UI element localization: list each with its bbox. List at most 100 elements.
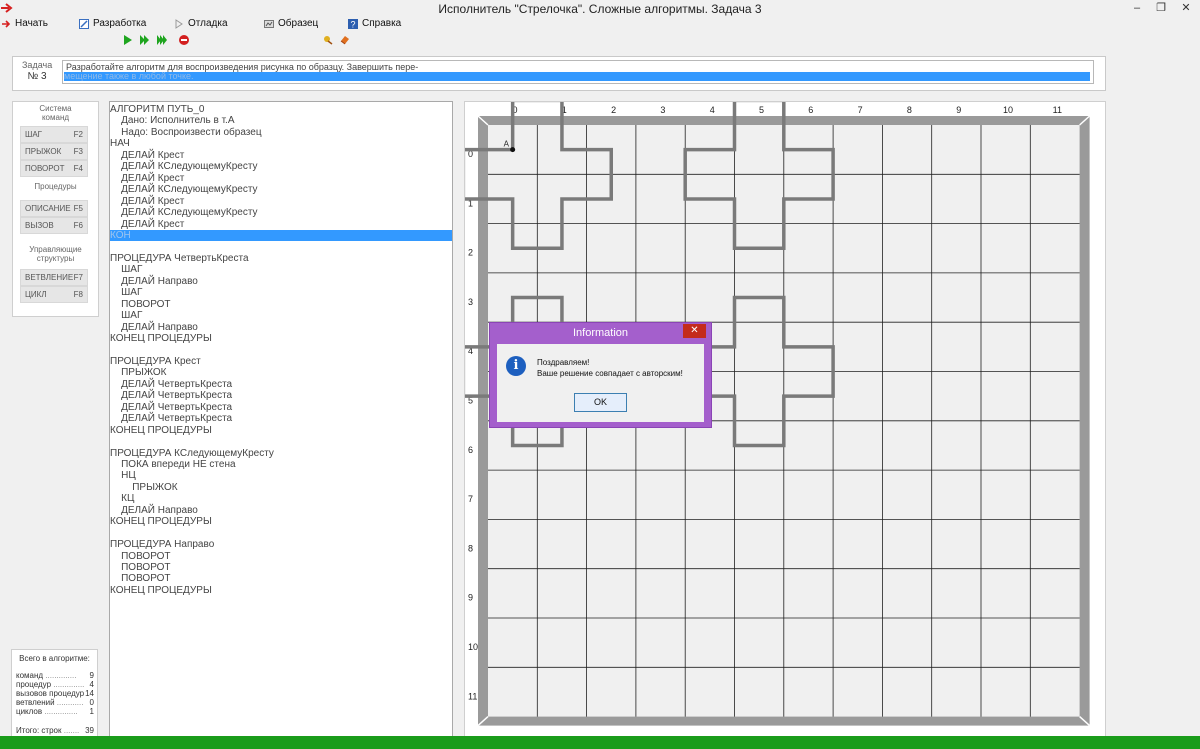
step-run-icon[interactable]: [140, 35, 150, 45]
column-label: 5: [759, 105, 764, 115]
code-line[interactable]: ПОВОРОТ: [110, 562, 452, 574]
svg-text:?: ?: [350, 20, 355, 30]
code-line[interactable]: ДЕЛАЙ ЧетвертьКреста: [110, 379, 452, 391]
hint-icon[interactable]: [323, 35, 333, 45]
code-line[interactable]: ПОВОРОТ: [110, 299, 452, 311]
task-line-2: мещение также в любой точке.: [64, 72, 1090, 81]
code-line[interactable]: ДЕЛАЙ КСледующемуКресту: [110, 184, 452, 196]
close-button[interactable]: ✕: [1173, 0, 1199, 16]
code-line[interactable]: ДЕЛАЙ КСледующемуКресту: [110, 207, 452, 219]
row-label: 6: [468, 445, 473, 455]
code-line[interactable]: ДЕЛАЙ Направо: [110, 276, 452, 288]
code-line[interactable]: ДЕЛАЙ Крест: [110, 196, 452, 208]
stats-total: Итого: строк ....... 39: [16, 726, 94, 735]
stop-icon[interactable]: [179, 35, 189, 45]
code-line[interactable]: ПОВОРОТ: [110, 573, 452, 585]
code-line[interactable]: ДЕЛАЙ Крест: [110, 173, 452, 185]
code-line[interactable]: ПРОЦЕДУРА ЧетвертьКреста: [110, 253, 452, 265]
row-label: 10: [468, 642, 478, 652]
code-line[interactable]: Надо: Воспроизвести образец: [110, 127, 452, 139]
code-line[interactable]: ПРОЦЕДУРА Направо: [110, 539, 452, 551]
restore-button[interactable]: ❐: [1148, 0, 1174, 16]
code-line[interactable]: ДЕЛАЙ КСледующемуКресту: [110, 161, 452, 173]
column-label: 6: [808, 105, 813, 115]
info-dialog: Information ✕ i Поздравляем! Ваше решени…: [489, 322, 712, 428]
code-line[interactable]: ДЕЛАЙ ЧетвертьКреста: [110, 390, 452, 402]
code-line[interactable]: [110, 241, 452, 253]
system-commands-title: Система команд: [39, 104, 72, 122]
menu-debug[interactable]: Отладка: [174, 17, 228, 31]
code-line[interactable]: [110, 528, 452, 540]
task-number: № 3: [27, 71, 47, 82]
code-line[interactable]: Дано: Исполнитель в т.А: [110, 115, 452, 127]
menu-start-label: Начать: [15, 18, 48, 29]
loop-button[interactable]: ЦИКЛ F8: [20, 286, 88, 303]
code-line[interactable]: КЦ: [110, 493, 452, 505]
code-line[interactable]: ДЕЛАЙ Крест: [110, 150, 452, 162]
call-button[interactable]: ВЫЗОВ F6: [20, 217, 88, 234]
eraser-icon[interactable]: [340, 35, 350, 45]
code-line[interactable]: КОН: [110, 229, 452, 242]
menu-develop[interactable]: Разработка: [79, 17, 146, 31]
menu-help[interactable]: ? Справка: [348, 17, 401, 31]
code-line[interactable]: ДЕЛАЙ Направо: [110, 322, 452, 334]
code-line[interactable]: КОНЕЦ ПРОЦЕДУРЫ: [110, 516, 452, 528]
fast-run-icon[interactable]: [157, 35, 167, 45]
code-line[interactable]: ПРОЦЕДУРА КСледующемуКресту: [110, 448, 452, 460]
title-bar: Исполнитель "Стрелочка". Сложные алгорит…: [0, 0, 1200, 17]
run-icon[interactable]: [123, 35, 133, 45]
code-line[interactable]: [110, 436, 452, 448]
turn-button[interactable]: ПОВОРОТ F4: [20, 160, 88, 177]
step-button[interactable]: ШАГ F2: [20, 126, 88, 143]
column-label: 3: [660, 105, 665, 115]
code-line[interactable]: ШАГ: [110, 287, 452, 299]
code-editor[interactable]: АЛГОРИТМ ПУТЬ_0 Дано: Исполнитель в т.А …: [109, 101, 453, 740]
code-line[interactable]: КОНЕЦ ПРОЦЕДУРЫ: [110, 585, 452, 597]
start-point: [510, 147, 516, 153]
column-label: 2: [611, 105, 616, 115]
ok-button[interactable]: OK: [574, 393, 627, 412]
describe-button[interactable]: ОПИСАНИЕ F5: [20, 200, 88, 217]
code-line[interactable]: ПРЫЖОК: [110, 367, 452, 379]
code-line[interactable]: ДЕЛАЙ Крест: [110, 219, 452, 231]
code-line[interactable]: НЦ: [110, 470, 452, 482]
loop-label: ЦИКЛ: [25, 290, 47, 299]
code-line[interactable]: ПРЫЖОК: [110, 482, 452, 494]
code-line[interactable]: ШАГ: [110, 310, 452, 322]
stats-row: циклов ............... 1: [16, 707, 94, 716]
code-line[interactable]: ДЕЛАЙ ЧетвертьКреста: [110, 413, 452, 425]
column-label: 10: [1003, 105, 1013, 115]
code-line[interactable]: ДЕЛАЙ Направо: [110, 505, 452, 517]
code-line[interactable]: ДЕЛАЙ ЧетвертьКреста: [110, 402, 452, 414]
jump-button[interactable]: ПРЫЖОК F3: [20, 143, 88, 160]
code-line[interactable]: ПРОЦЕДУРА Крест: [110, 356, 452, 368]
column-label: 11: [1053, 105, 1062, 115]
image-icon: [264, 20, 274, 28]
code-line[interactable]: КОНЕЦ ПРОЦЕДУРЫ: [110, 333, 452, 345]
row-label: 8: [468, 543, 473, 553]
exit-arrow-icon: [2, 20, 11, 28]
play-outline-icon: [175, 19, 183, 29]
task-description: Разработайте алгоритм для воспроизведени…: [62, 60, 1094, 84]
code-line[interactable]: ПОКА впереди НЕ стена: [110, 459, 452, 471]
row-label: 2: [468, 248, 473, 258]
code-line[interactable]: ПОВОРОТ: [110, 551, 452, 563]
row-label: 9: [468, 593, 473, 603]
code-line[interactable]: АЛГОРИТМ ПУТЬ_0: [110, 104, 452, 116]
row-label: 3: [468, 297, 473, 307]
jump-key: F3: [73, 147, 83, 156]
jump-label: ПРЫЖОК: [25, 147, 62, 156]
menu-start[interactable]: Начать: [1, 17, 48, 31]
branch-key: F7: [73, 273, 83, 282]
dialog-close-button[interactable]: ✕: [683, 324, 706, 338]
code-line[interactable]: ШАГ: [110, 264, 452, 276]
code-line[interactable]: НАЧ: [110, 138, 452, 150]
menu-help-label: Справка: [362, 18, 402, 29]
task-line-1: Разработайте алгоритм для воспроизведени…: [66, 62, 419, 72]
code-line[interactable]: [110, 344, 452, 356]
minimize-button[interactable]: –: [1124, 0, 1150, 16]
code-line[interactable]: КОНЕЦ ПРОЦЕДУРЫ: [110, 425, 452, 437]
edit-icon: [79, 19, 89, 29]
menu-sample[interactable]: Образец: [264, 17, 318, 31]
branch-button[interactable]: ВЕТВЛЕНИЕ F7: [20, 269, 88, 286]
